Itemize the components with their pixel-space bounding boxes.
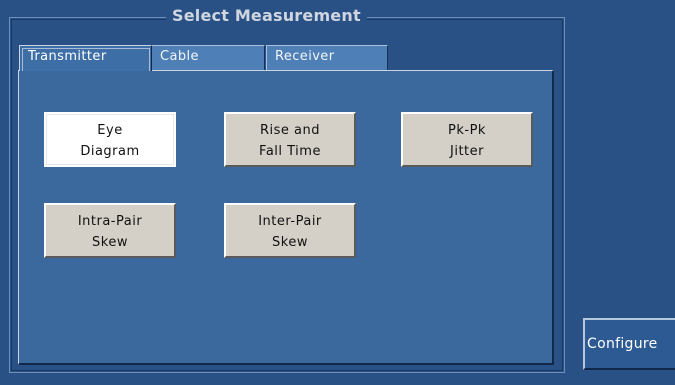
- button-label-line2: Fall Time: [259, 144, 321, 159]
- button-label-line2: Jitter: [450, 144, 484, 159]
- pk-pk-jitter-button[interactable]: Pk-Pk Jitter: [401, 112, 533, 167]
- group-title: Select Measurement: [166, 6, 367, 26]
- eye-diagram-button[interactable]: Eye Diagram: [44, 112, 176, 167]
- tab-receiver-label: Receiver: [275, 49, 335, 64]
- tab-transmitter[interactable]: Transmitter: [19, 45, 152, 71]
- button-label-line2: Skew: [272, 235, 308, 250]
- tab-receiver[interactable]: Receiver: [266, 45, 388, 70]
- button-label-line1: Pk-Pk: [448, 123, 486, 138]
- tab-cable[interactable]: Cable: [151, 45, 265, 70]
- inter-pair-skew-button[interactable]: Inter-Pair Skew: [224, 203, 356, 258]
- intra-pair-skew-button[interactable]: Intra-Pair Skew: [44, 203, 176, 258]
- tab-focus-outline: [22, 48, 150, 71]
- button-label-line1: Rise and: [259, 123, 320, 138]
- button-label-line1: Inter-Pair: [258, 214, 322, 229]
- rise-fall-time-button[interactable]: Rise and Fall Time: [224, 112, 356, 167]
- configure-button[interactable]: Configure: [583, 318, 675, 370]
- button-label-line1: Intra-Pair: [77, 214, 143, 229]
- button-label-line2: Diagram: [80, 144, 140, 159]
- button-label-line1: Eye: [97, 123, 123, 138]
- tab-cable-label: Cable: [160, 49, 199, 64]
- button-label-line2: Skew: [92, 235, 128, 250]
